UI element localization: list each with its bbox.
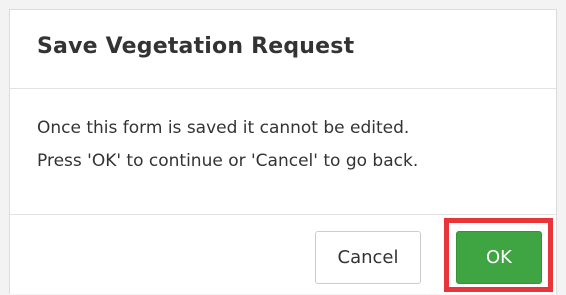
ok-button[interactable]: OK — [456, 231, 542, 284]
save-vegetation-request-dialog: Save Vegetation Request Once this form i… — [9, 9, 557, 294]
dialog-body: Once this form is saved it cannot be edi… — [10, 89, 556, 215]
dialog-title: Save Vegetation Request — [37, 34, 355, 59]
dialog-message-line-1: Once this form is saved it cannot be edi… — [37, 118, 410, 138]
dialog-footer: Cancel OK — [10, 215, 556, 295]
dialog-message-line-2: Press 'OK' to continue or 'Cancel' to go… — [37, 151, 419, 171]
dialog-header: Save Vegetation Request — [10, 10, 556, 89]
cancel-button[interactable]: Cancel — [315, 231, 421, 284]
